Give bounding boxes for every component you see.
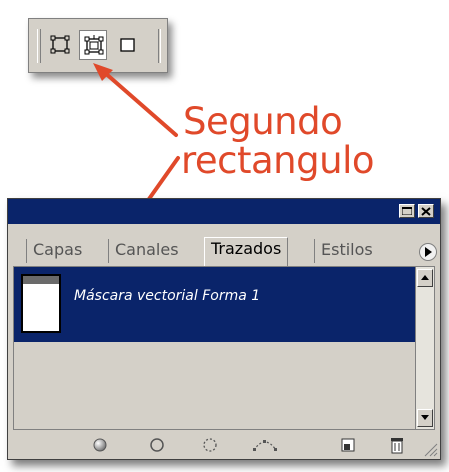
minimize-button[interactable] bbox=[399, 204, 415, 218]
close-button[interactable] bbox=[418, 204, 434, 218]
paths-panel: Capas Canales Trazados Estilos Máscara v… bbox=[7, 198, 441, 460]
panel-title-bar[interactable] bbox=[8, 199, 440, 224]
resize-grip-icon[interactable] bbox=[422, 441, 438, 457]
panel-menu-arrow-icon bbox=[425, 247, 432, 257]
paths-scrollbar[interactable] bbox=[415, 266, 435, 430]
arrow-to-toolbar-button bbox=[93, 63, 178, 137]
tab-canales[interactable]: Canales bbox=[108, 239, 185, 263]
stroke-path-icon[interactable] bbox=[148, 436, 166, 454]
scroll-down-button[interactable] bbox=[417, 409, 433, 427]
new-path-icon[interactable] bbox=[339, 436, 357, 454]
tab-trazados[interactable]: Trazados bbox=[204, 237, 289, 266]
paths-list: Máscara vectorial Forma 1 bbox=[13, 266, 415, 430]
close-icon bbox=[421, 207, 431, 216]
scroll-up-button[interactable] bbox=[417, 269, 433, 287]
path-name: Máscara vectorial Forma 1 bbox=[74, 288, 261, 304]
scroll-down-icon bbox=[421, 415, 429, 420]
tab-estilos[interactable]: Estilos bbox=[314, 239, 379, 263]
path-thumbnail bbox=[21, 274, 61, 333]
thumbnail-shape bbox=[23, 276, 59, 284]
load-path-as-selection-icon[interactable] bbox=[201, 436, 219, 454]
path-row-vector-mask[interactable]: Máscara vectorial Forma 1 bbox=[14, 267, 415, 342]
scroll-up-icon bbox=[421, 275, 429, 280]
panel-footer bbox=[8, 430, 440, 459]
panel-menu-button[interactable] bbox=[419, 243, 437, 261]
make-work-path-icon[interactable] bbox=[252, 436, 278, 454]
minimize-icon bbox=[402, 207, 412, 215]
delete-path-icon[interactable] bbox=[388, 436, 406, 454]
fill-path-icon[interactable] bbox=[91, 436, 109, 454]
panel-tab-row: Capas Canales Trazados Estilos bbox=[8, 224, 440, 266]
tab-capas[interactable]: Capas bbox=[26, 239, 88, 263]
